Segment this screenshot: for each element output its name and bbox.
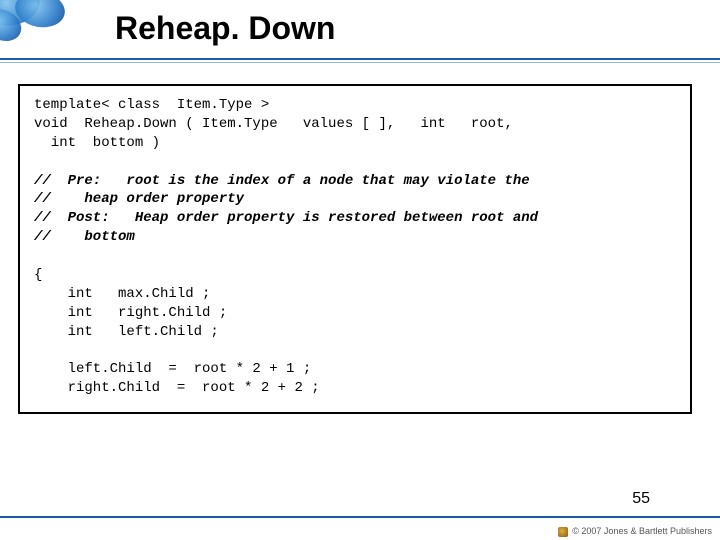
divider-thick: [0, 58, 720, 60]
code-comment: // Pre: root is the index of a node that…: [34, 173, 530, 189]
code-line: right.Child = root * 2 + 2 ;: [34, 380, 320, 396]
footer-bar: © 2007 Jones & Bartlett Publishers: [0, 516, 720, 540]
code-line: int right.Child ;: [34, 305, 227, 321]
slide-title: Reheap. Down: [115, 10, 335, 47]
divider-thin: [0, 62, 720, 63]
code-block: template< class Item.Type > void Reheap.…: [34, 96, 676, 398]
code-box: template< class Item.Type > void Reheap.…: [18, 84, 692, 414]
header-strip: Reheap. Down: [0, 0, 720, 58]
publisher-logo-icon: [558, 527, 568, 537]
copyright-text: © 2007 Jones & Bartlett Publishers: [572, 526, 712, 536]
code-comment: // Post: Heap order property is restored…: [34, 210, 538, 226]
code-line: int max.Child ;: [34, 286, 210, 302]
code-line: void Reheap.Down ( Item.Type values [ ],…: [34, 116, 513, 132]
code-comment: // bottom: [34, 229, 135, 245]
code-line: int left.Child ;: [34, 324, 219, 340]
code-comment: // heap order property: [34, 191, 244, 207]
code-line: {: [34, 267, 42, 283]
code-line: left.Child = root * 2 + 1 ;: [34, 361, 311, 377]
page-number: 55: [632, 490, 650, 508]
footer-text: © 2007 Jones & Bartlett Publishers: [558, 526, 712, 537]
code-line: int bottom ): [34, 135, 160, 151]
code-line: template< class Item.Type >: [34, 97, 269, 113]
